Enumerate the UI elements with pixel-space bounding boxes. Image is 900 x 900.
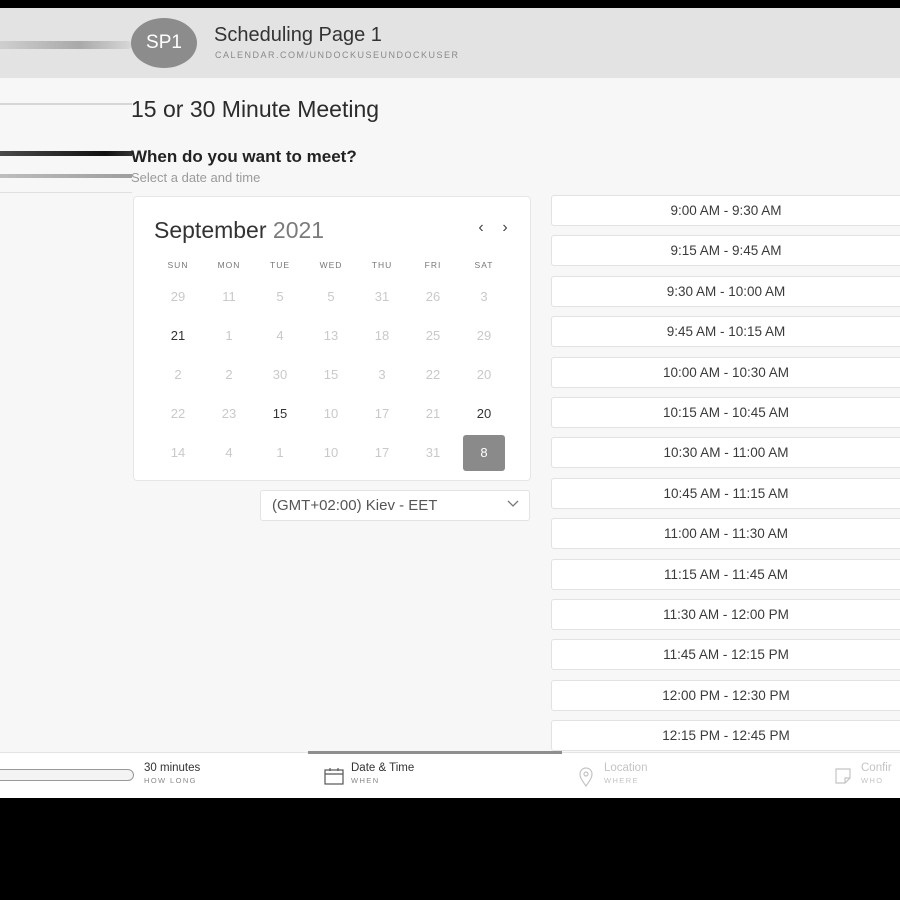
calendar-day[interactable]: 3 (464, 280, 504, 314)
calendar-day[interactable]: 5 (260, 280, 300, 314)
month-label: September 2021 (154, 217, 325, 243)
step-confirm[interactable]: Confir WHO (861, 762, 892, 785)
time-slot-button[interactable]: 11:15 AM - 11:45 AM (551, 558, 900, 590)
left-divider (0, 192, 132, 193)
calendar-day[interactable]: 13 (311, 319, 351, 353)
weekday-label: SUN (167, 260, 189, 270)
time-slot-button[interactable]: 11:00 AM - 11:30 AM (551, 518, 900, 550)
duration-pill (0, 769, 134, 781)
calendar-day[interactable]: 31 (413, 436, 453, 470)
step-label: Confir (861, 762, 892, 774)
time-slot-button[interactable]: 12:00 PM - 12:30 PM (551, 679, 900, 711)
step-navigation: 30 minutes HOW LONG Date & Time WHEN Loc… (0, 751, 900, 798)
calendar-day[interactable]: 2 (209, 358, 249, 392)
calendar-day[interactable]: 1 (209, 319, 249, 353)
left-divider (0, 103, 132, 105)
calendar-day[interactable]: 4 (209, 436, 249, 470)
section-subtext: Select a date and time (131, 170, 261, 185)
header-left-bar (0, 41, 132, 49)
step-duration[interactable]: 30 minutes HOW LONG (144, 762, 200, 785)
calendar-day[interactable]: 30 (260, 358, 300, 392)
next-month-button[interactable]: › (496, 219, 514, 237)
step-label: Location (604, 762, 648, 774)
calendar-day[interactable]: 17 (362, 397, 402, 431)
calendar-day[interactable]: 21 (413, 397, 453, 431)
time-slot-button[interactable]: 9:00 AM - 9:30 AM (551, 195, 900, 226)
page-url: CALENDAR.COM/UNDOCKUSEUNDOCKUSER (215, 50, 460, 60)
left-divider (0, 174, 132, 178)
page-title: Scheduling Page 1 (214, 24, 382, 46)
calendar-day[interactable]: 20 (464, 358, 504, 392)
calendar-day[interactable]: 1 (260, 436, 300, 470)
calendar-icon (324, 767, 344, 790)
step-sublabel: WHEN (351, 776, 380, 785)
year-label: 2021 (272, 217, 325, 243)
location-pin-icon (578, 767, 594, 792)
time-slot-button[interactable]: 11:45 AM - 12:15 PM (551, 639, 900, 671)
calendar-day[interactable]: 22 (158, 397, 198, 431)
left-divider (0, 151, 132, 156)
calendar-day[interactable]: 23 (209, 397, 249, 431)
step-date-time[interactable]: Date & Time WHEN (351, 762, 414, 785)
calendar-day[interactable]: 10 (311, 436, 351, 470)
calendar-day[interactable]: 22 (413, 358, 453, 392)
avatar: SP1 (131, 18, 197, 68)
calendar-day[interactable]: 15 (260, 397, 300, 431)
time-slot-button[interactable]: 12:15 PM - 12:45 PM (551, 720, 900, 752)
calendar-day-selected[interactable]: 8 (463, 435, 505, 471)
step-location[interactable]: Location WHERE (604, 762, 647, 785)
chevron-down-icon (506, 496, 520, 513)
active-step-indicator (308, 751, 562, 754)
step-label: 30 minutes (144, 762, 201, 774)
calendar-day[interactable]: 11 (209, 280, 249, 314)
calendar-day[interactable]: 3 (362, 358, 402, 392)
calendar-day[interactable]: 21 (158, 319, 198, 353)
calendar-day[interactable]: 10 (311, 397, 351, 431)
time-slot-button[interactable]: 9:45 AM - 10:15 AM (551, 316, 900, 348)
header: SP1 Scheduling Page 1 CALENDAR.COM/UNDOC… (0, 8, 900, 78)
timezone-value: (GMT+02:00) Kiev - EET (272, 497, 438, 514)
time-slot-button[interactable]: 9:30 AM - 10:00 AM (551, 275, 900, 307)
step-label: Date & Time (351, 762, 415, 774)
note-icon (834, 767, 852, 790)
calendar-day[interactable]: 4 (260, 319, 300, 353)
weekday-label: FRI (424, 260, 442, 270)
calendar-day[interactable]: 2 (158, 358, 198, 392)
weekday-label: TUE (270, 260, 290, 270)
timezone-select[interactable]: (GMT+02:00) Kiev - EET (260, 490, 530, 521)
step-sublabel: WHO (861, 776, 884, 785)
calendar-day[interactable]: 29 (158, 280, 198, 314)
meeting-title: 15 or 30 Minute Meeting (131, 96, 380, 122)
time-slot-button[interactable]: 11:30 AM - 12:00 PM (551, 599, 900, 630)
section-heading: When do you want to meet? (131, 147, 357, 166)
calendar-day[interactable]: 17 (362, 436, 402, 470)
calendar: September 2021 ‹ › SUN MON TUE WED THU FRI SAT… (133, 196, 531, 481)
calendar-day[interactable]: 26 (413, 280, 453, 314)
calendar-day[interactable]: 18 (362, 319, 402, 353)
calendar-day[interactable]: 29 (464, 319, 504, 353)
calendar-day[interactable]: 15 (311, 358, 351, 392)
calendar-day[interactable]: 25 (413, 319, 453, 353)
calendar-day[interactable]: 20 (464, 397, 504, 431)
time-slot-button[interactable]: 9:15 AM - 9:45 AM (551, 235, 900, 267)
weekday-label: THU (371, 260, 393, 270)
time-slot-button[interactable]: 10:45 AM - 11:15 AM (551, 477, 900, 509)
calendar-day[interactable]: 14 (158, 436, 198, 470)
prev-month-button[interactable]: ‹ (472, 219, 490, 237)
weekday-label: MON (217, 260, 241, 270)
step-sublabel: HOW LONG (144, 776, 197, 785)
weekday-label: WED (319, 260, 343, 270)
time-slot-button[interactable]: 10:00 AM - 10:30 AM (551, 356, 900, 388)
calendar-day[interactable]: 5 (311, 280, 351, 314)
step-sublabel: WHERE (604, 776, 639, 785)
weekday-label: SAT (474, 260, 494, 270)
time-slot-button[interactable]: 10:15 AM - 10:45 AM (551, 397, 900, 428)
scheduling-screen: SP1 Scheduling Page 1 CALENDAR.COM/UNDOC… (0, 8, 900, 798)
time-slot-button[interactable]: 10:30 AM - 11:00 AM (551, 437, 900, 469)
calendar-day[interactable]: 31 (362, 280, 402, 314)
